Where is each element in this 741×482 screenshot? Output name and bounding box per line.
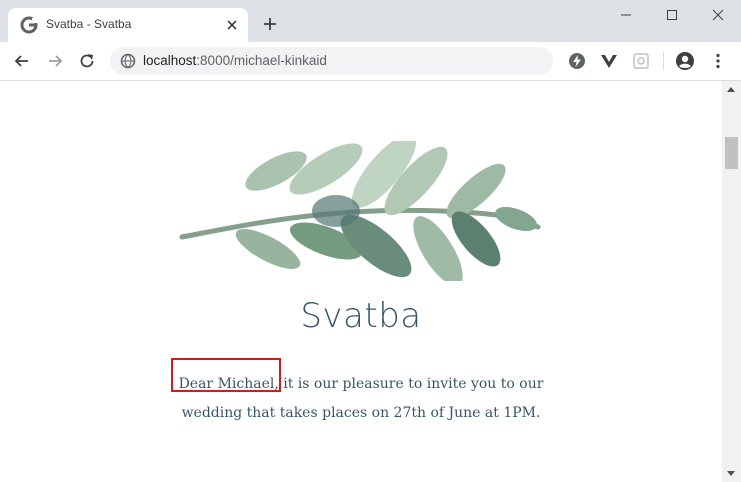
tab-strip: Svatba - Svatba: [0, 0, 741, 42]
url-path: :8000/michael-kinkaid: [196, 53, 327, 68]
browser-toolbar: localhost:8000/michael-kinkaid: [0, 42, 741, 81]
scroll-down-icon[interactable]: [727, 471, 735, 476]
leaf-branch-illustration: [179, 141, 541, 281]
address-bar[interactable]: localhost:8000/michael-kinkaid: [110, 47, 553, 75]
tab-title: Svatba - Svatba: [46, 17, 132, 31]
reload-icon[interactable]: [77, 51, 97, 71]
more-menu-icon[interactable]: [708, 51, 728, 71]
google-favicon-icon: [20, 16, 38, 34]
tab-svatba[interactable]: Svatba - Svatba: [8, 8, 248, 42]
minimize-icon[interactable]: [603, 0, 649, 30]
plus-icon[interactable]: [262, 16, 278, 32]
vertical-scrollbar[interactable]: [722, 81, 741, 482]
browser-window: Svatba - Svatba localhost:8000/michael-k…: [0, 0, 741, 482]
extension-icon[interactable]: [631, 51, 651, 71]
forward-arrow-icon[interactable]: [45, 51, 65, 71]
site-info-icon[interactable]: [120, 53, 136, 69]
scroll-thumb[interactable]: [725, 137, 738, 169]
page-viewport: Svatba Dear Michael, it is our pleasure …: [0, 81, 722, 482]
close-icon[interactable]: [224, 17, 240, 33]
page-title: Svatba: [300, 296, 422, 336]
scroll-up-icon[interactable]: [727, 87, 735, 92]
window-close-icon[interactable]: [695, 0, 741, 30]
message-line-1: it is our pleasure to invite you to our: [278, 376, 544, 392]
toolbar-divider: [663, 52, 664, 70]
back-arrow-icon[interactable]: [12, 51, 32, 71]
greeting-highlight-box: [171, 358, 281, 392]
url-text: localhost:8000/michael-kinkaid: [143, 53, 327, 68]
maximize-icon[interactable]: [649, 0, 695, 30]
url-host: localhost: [143, 53, 197, 68]
bolt-extension-icon[interactable]: [567, 51, 587, 71]
vue-extension-icon[interactable]: [599, 51, 619, 71]
message-line-2: wedding that takes places on 27th of Jun…: [181, 405, 541, 421]
profile-icon[interactable]: [675, 51, 695, 71]
